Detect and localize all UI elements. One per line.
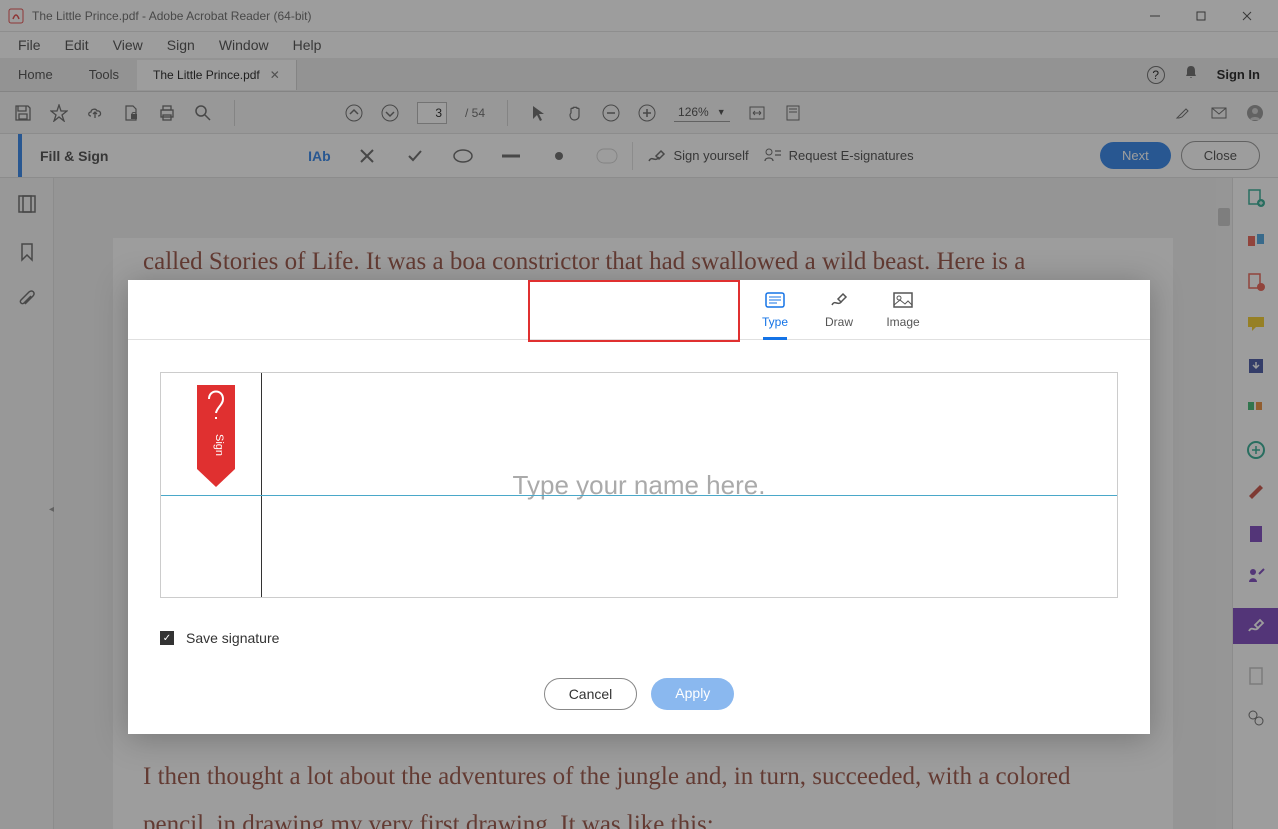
sig-tab-type[interactable]: Type bbox=[743, 280, 807, 339]
sign-badge: Sign bbox=[197, 385, 235, 494]
signature-baseline bbox=[161, 495, 1117, 496]
sig-tab-type-label: Type bbox=[762, 315, 788, 329]
sig-tab-draw-label: Draw bbox=[825, 315, 853, 329]
modal-backdrop-bottom bbox=[0, 734, 1278, 829]
sig-tab-image-label: Image bbox=[886, 315, 919, 329]
modal-backdrop-left bbox=[0, 280, 128, 734]
apply-button[interactable]: Apply bbox=[651, 678, 734, 710]
sig-tab-image[interactable]: Image bbox=[871, 280, 935, 339]
svg-text:Sign: Sign bbox=[213, 434, 225, 456]
signature-divider bbox=[261, 373, 262, 597]
signature-input-area[interactable]: Sign Type your name here. bbox=[160, 372, 1118, 598]
signature-modal-tabs: Type Draw Image bbox=[128, 280, 1150, 340]
cancel-button[interactable]: Cancel bbox=[544, 678, 638, 710]
save-signature-checkbox[interactable]: ✓ bbox=[160, 631, 174, 645]
save-signature-label: Save signature bbox=[186, 630, 279, 646]
sig-tab-draw[interactable]: Draw bbox=[807, 280, 871, 339]
signature-modal: Type Draw Image Sign Type your name here… bbox=[128, 280, 1150, 734]
modal-backdrop bbox=[0, 0, 1278, 280]
modal-backdrop-right bbox=[1150, 280, 1278, 734]
